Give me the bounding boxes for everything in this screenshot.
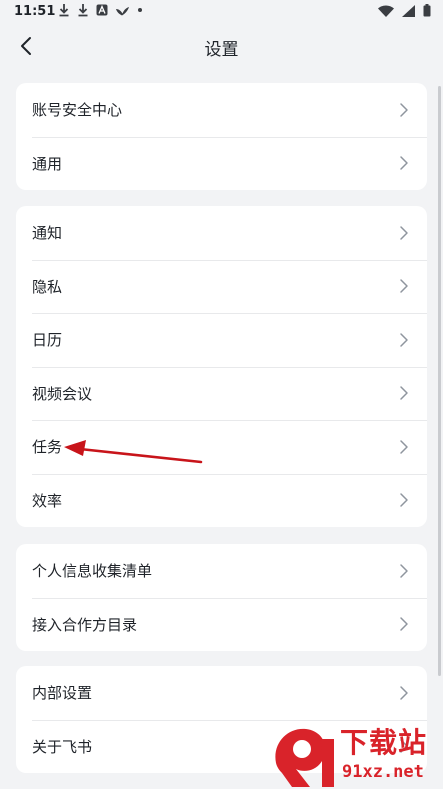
settings-item-personal-info-list[interactable]: 个人信息收集清单 — [16, 544, 427, 598]
settings-item-label: 内部设置 — [32, 684, 93, 703]
bird-app-icon — [116, 6, 129, 15]
chevron-right-icon — [400, 564, 408, 578]
status-bar: 11:51 — [0, 0, 443, 24]
chevron-right-icon — [400, 226, 408, 240]
settings-item-label: 日历 — [32, 331, 63, 350]
nav-bar: 设置 — [0, 24, 443, 68]
settings-item-label: 视频会议 — [32, 384, 93, 403]
settings-item-partner-directory[interactable]: 接入合作方目录 — [16, 597, 427, 652]
settings-item-label: 通用 — [32, 154, 63, 173]
chevron-right-icon — [400, 493, 408, 507]
settings-item-efficiency[interactable]: 效率 — [16, 473, 427, 528]
settings-item-account-security[interactable]: 账号安全中心 — [16, 83, 427, 137]
signal-icon — [402, 4, 415, 17]
status-time: 11:51 — [14, 4, 56, 19]
page-title: 设置 — [204, 40, 239, 60]
settings-item-notifications[interactable]: 通知 — [16, 206, 427, 260]
download-icon — [59, 4, 69, 17]
watermark-title: 下载站 — [340, 726, 428, 759]
settings-item-label: 任务 — [32, 438, 63, 457]
watermark-url: 91xz.net — [342, 762, 424, 782]
settings-item-calendar[interactable]: 日历 — [16, 313, 427, 367]
settings-item-label: 账号安全中心 — [32, 101, 123, 120]
chevron-right-icon — [400, 279, 408, 293]
settings-item-video-meeting[interactable]: 视频会议 — [16, 366, 427, 421]
settings-group-features: 通知 隐私 日历 视频会议 任务 效率 — [16, 206, 427, 527]
settings-item-label: 接入合作方目录 — [32, 615, 138, 634]
chevron-right-icon — [400, 440, 408, 454]
wifi-icon — [378, 5, 394, 17]
battery-icon — [423, 4, 431, 17]
scrollbar[interactable] — [438, 86, 441, 676]
chevron-right-icon — [400, 686, 408, 700]
settings-item-tasks[interactable]: 任务 — [16, 420, 427, 474]
chevron-right-icon — [400, 156, 408, 170]
download-icon — [78, 4, 88, 17]
settings-item-internal-settings[interactable]: 内部设置 — [16, 666, 427, 720]
settings-group-account: 账号安全中心 通用 — [16, 83, 427, 190]
chevron-right-icon — [400, 617, 408, 631]
settings-item-general[interactable]: 通用 — [16, 136, 427, 191]
chevron-right-icon — [400, 386, 408, 400]
settings-item-label: 通知 — [32, 224, 63, 243]
status-system-icons — [378, 4, 431, 17]
app-a-icon — [96, 4, 108, 16]
chevron-right-icon — [400, 103, 408, 117]
settings-item-label: 隐私 — [32, 277, 63, 296]
settings-item-label: 个人信息收集清单 — [32, 562, 153, 581]
status-notification-icons — [58, 3, 143, 17]
chevron-right-icon — [400, 333, 408, 347]
settings-item-label: 关于飞书 — [32, 737, 93, 756]
dot-icon — [138, 8, 142, 12]
watermark: 下载站 91xz.net — [270, 725, 442, 789]
settings-group-personal-info: 个人信息收集清单 接入合作方目录 — [16, 544, 427, 651]
watermark-logo-icon — [275, 728, 334, 787]
settings-item-label: 效率 — [32, 491, 63, 510]
settings-item-privacy[interactable]: 隐私 — [16, 259, 427, 314]
